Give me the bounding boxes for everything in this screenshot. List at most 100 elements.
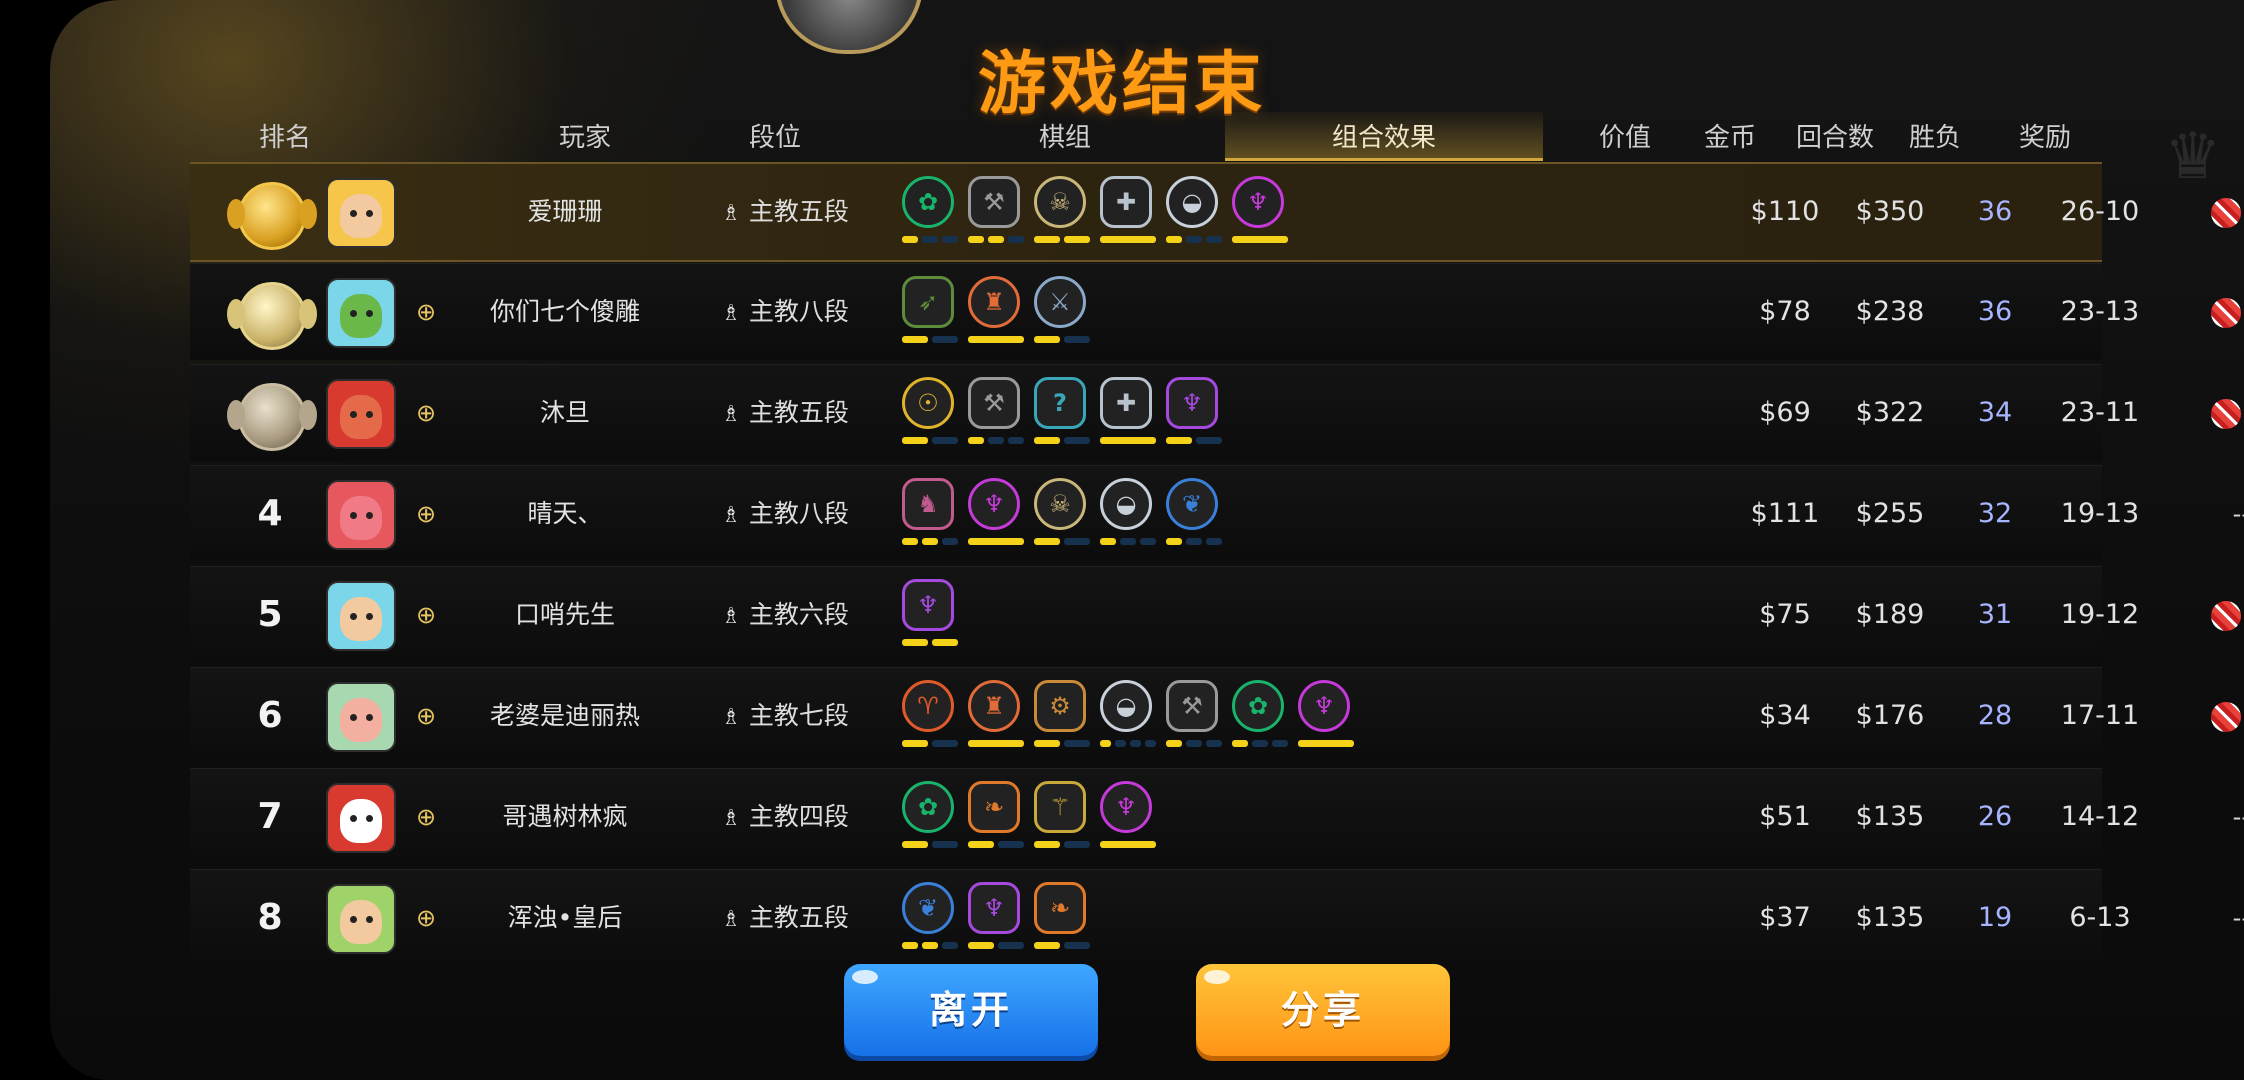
table-row[interactable]: 7⊕哥遇树林疯♗主教四段✿❧⚚♆$51$1352614-12-- (190, 768, 2244, 865)
leave-button[interactable]: 离开 (844, 964, 1098, 1056)
avatar-eye (350, 714, 357, 721)
add-friend-icon[interactable]: ⊕ (412, 702, 440, 730)
avatar[interactable] (326, 379, 396, 449)
paw-trait-icon[interactable]: ✿ (1232, 680, 1284, 732)
player-name[interactable]: 爱珊珊 (480, 164, 650, 260)
player-name[interactable]: 哥遇树林疯 (480, 769, 650, 865)
player-name[interactable]: 口哨先生 (480, 567, 650, 663)
trait-level-segment (1100, 841, 1156, 848)
paw-trait-icon[interactable]: ✿ (902, 781, 954, 833)
mystic-trait-icon[interactable]: ? (1034, 377, 1086, 429)
table-row[interactable]: ⊕沐旦♗主教五段☉⚒?✚♆$69$3223423-1130 (190, 364, 2242, 461)
add-friend-icon[interactable]: ⊕ (412, 601, 440, 629)
avatar[interactable] (326, 581, 396, 651)
add-friend-icon[interactable]: ⊕ (412, 904, 440, 932)
trait-level-segment (968, 236, 984, 243)
claw-trait-icon[interactable]: ⚔ (1034, 276, 1086, 328)
player-name[interactable]: 老婆是迪丽热巴 (480, 668, 650, 826)
table-row[interactable]: 爱珊珊♗主教五段✿⚒☠✚◒♆$110$3503626-1050 (190, 162, 2242, 262)
avatar[interactable] (326, 278, 396, 348)
trait-level-segment (1298, 740, 1354, 747)
feather-trait-icon[interactable]: ❦ (1166, 478, 1218, 530)
avatar-eye (350, 512, 357, 519)
player-name[interactable]: 晴天、 (480, 466, 650, 562)
avatar[interactable] (326, 884, 396, 954)
trait-level-segment (1196, 437, 1222, 444)
player-name[interactable]: 你们七个傻雕 (480, 264, 650, 360)
gear-trait-icon[interactable]: ⚙ (1034, 680, 1086, 732)
table-row[interactable]: 6⊕老婆是迪丽热巴♗主教七段♈♜⚙◒⚒✿♆$34$1762817-1110 (190, 667, 2242, 826)
value-cell: $75 (1759, 599, 1811, 630)
add-friend-icon[interactable]: ⊕ (412, 298, 440, 326)
demon-trait-icon[interactable]: ♆ (1298, 680, 1350, 732)
table-row[interactable]: 8⊕浑浊•皇后♗主教五段❦♆❧$37$135196-13-- (190, 869, 2244, 966)
add-friend-icon[interactable]: ⊕ (412, 803, 440, 831)
medal-wing (227, 400, 245, 430)
demon-trait-icon[interactable]: ♆ (968, 882, 1020, 934)
reward-cell: 80 (1990, 264, 2244, 360)
trait-level-segment (1166, 236, 1182, 243)
player-name[interactable]: 浑浊•皇后 (480, 870, 650, 966)
ghost-trait-icon[interactable]: ◒ (1100, 680, 1152, 732)
division-label: 主教四段 (748, 802, 849, 831)
axe-trait-icon[interactable]: ⚒ (1166, 680, 1218, 732)
gold-cell: $135 (1855, 902, 1925, 933)
gold-cell: $255 (1855, 498, 1925, 529)
mask-trait-icon[interactable]: ☉ (902, 377, 954, 429)
ogre-trait-icon[interactable]: ♜ (968, 276, 1020, 328)
avatar[interactable] (326, 480, 396, 550)
tab-lineup[interactable]: 棋组 (1010, 118, 1120, 158)
table-row[interactable]: 5⊕口哨先生♗主教六段♆$75$1893119-1210 (190, 566, 2242, 663)
demon-trait-icon[interactable]: ♆ (902, 579, 954, 631)
cross-trait-icon[interactable]: ✚ (1100, 377, 1152, 429)
trait-level-segment (1034, 236, 1060, 243)
table-row[interactable]: 4⊕晴天、♗主教八段♞♆☠◒❦$111$2553219-13-- (190, 465, 2244, 562)
demon-trait-icon[interactable]: ♆ (1100, 781, 1152, 833)
leaf-trait-icon[interactable]: ❧ (1034, 882, 1086, 934)
header-rounds: 回合数 (1795, 123, 1874, 153)
axe-trait-icon[interactable]: ⚒ (968, 176, 1020, 228)
trait-level-segment (1008, 236, 1024, 243)
header-division: 段位 (748, 123, 801, 153)
blade-trait-icon[interactable]: ⚚ (1034, 781, 1086, 833)
demon-trait-icon[interactable]: ♆ (1166, 377, 1218, 429)
demon-trait-icon[interactable]: ♆ (1232, 176, 1284, 228)
gold-cell: $135 (1855, 801, 1925, 832)
reward-cell: 50 (1990, 164, 2244, 260)
add-friend-icon[interactable]: ⊕ (412, 500, 440, 528)
trait-level-segment (1034, 841, 1060, 848)
knight-trait-icon[interactable]: ♞ (902, 478, 954, 530)
tab-synergy[interactable]: 组合效果 (1225, 118, 1543, 158)
share-button[interactable]: 分享 (1196, 964, 1450, 1056)
avatar-eye (366, 210, 373, 217)
add-friend-icon[interactable]: ⊕ (412, 399, 440, 427)
bow-trait-icon[interactable]: ➶ (902, 276, 954, 328)
trait-level-segment (902, 639, 928, 646)
cross-trait-icon[interactable]: ✚ (1100, 176, 1152, 228)
axe-trait-icon[interactable]: ⚒ (968, 377, 1020, 429)
leaf-trait-icon[interactable]: ❧ (968, 781, 1020, 833)
skull-trait-icon[interactable]: ☠ (1034, 478, 1086, 530)
skull-trait-icon[interactable]: ☠ (1034, 176, 1086, 228)
feather-trait-icon[interactable]: ❦ (902, 882, 954, 934)
demon-trait-icon[interactable]: ♆ (968, 478, 1020, 530)
division-label: 主教八段 (748, 499, 849, 528)
trait-level-segment (1064, 236, 1090, 243)
value-cell: $69 (1759, 397, 1811, 428)
avatar[interactable] (326, 783, 396, 853)
paw-trait-icon[interactable]: ✿ (902, 176, 954, 228)
table-row[interactable]: ⊕你们七个傻雕♗主教八段➶♜⚔$78$2383623-1380 (190, 263, 2242, 360)
trait-level-segment (902, 538, 918, 545)
player-name[interactable]: 沐旦 (480, 365, 650, 461)
header-rank: 排名 (258, 123, 311, 153)
ghost-trait-icon[interactable]: ◒ (1166, 176, 1218, 228)
trait-level-segment (968, 841, 994, 848)
fox-trait-icon[interactable]: ♈ (902, 680, 954, 732)
bishop-icon: ♗ (721, 402, 741, 427)
rank-number: 7 (257, 796, 283, 837)
ogre-trait-icon[interactable]: ♜ (968, 680, 1020, 732)
ghost-trait-icon[interactable]: ◒ (1100, 478, 1152, 530)
avatar[interactable] (326, 178, 396, 248)
avatar[interactable] (326, 682, 396, 752)
gold-medal-icon (227, 182, 317, 250)
